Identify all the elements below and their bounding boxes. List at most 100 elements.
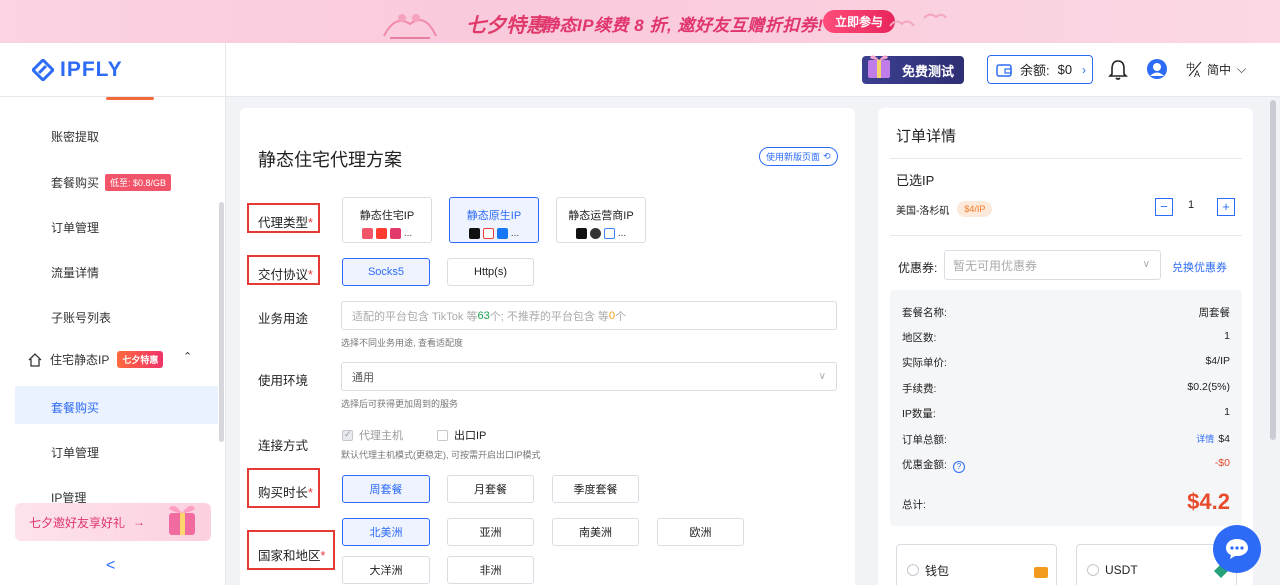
duration-week[interactable]: 周套餐 — [342, 475, 430, 503]
sidebar-active-bg — [15, 386, 218, 424]
chat-button[interactable] — [1213, 525, 1261, 573]
region-oceania[interactable]: 大洋洲 — [342, 556, 430, 584]
sidebar-item-static-package[interactable]: 套餐购买 — [51, 399, 99, 416]
increment-button[interactable]: + — [1217, 198, 1235, 216]
sidebar-item-static-orders[interactable]: 订单管理 — [51, 444, 99, 461]
order-title: 订单详情 — [896, 128, 957, 145]
svg-text:A: A — [1194, 69, 1200, 78]
sidebar-item-orders[interactable]: 订单管理 — [51, 219, 99, 236]
section-label: 住宅静态IP — [50, 353, 110, 367]
chevron-up-icon: ⌃ — [183, 351, 193, 363]
page-title: 静态住宅代理方案 — [258, 150, 402, 170]
collapse-icon[interactable]: < — [106, 557, 115, 575]
env-hint: 选择后可获得更加周到的服务 — [341, 399, 459, 409]
summary-row: 手续费: $0.2(5%) — [902, 381, 1230, 395]
summary-row: 实际单价: $4/IP — [902, 355, 1230, 369]
duration-quarter[interactable]: 季度套餐 — [552, 475, 639, 503]
proxy-type-label: 静态住宅IP — [359, 210, 415, 222]
proxy-type-residential[interactable]: 静态住宅IP ... — [342, 197, 432, 243]
gift-box-icon — [169, 505, 195, 535]
balance-button[interactable]: 余额: $0 › — [987, 55, 1093, 84]
label-region: 国家和地区* — [258, 549, 326, 563]
weibo-icon — [361, 228, 373, 239]
wallet-icon — [996, 63, 1012, 77]
tiktok-icon — [575, 228, 587, 239]
bird-decoration-icon — [889, 13, 947, 27]
checkbox-proxy-host[interactable]: 代理主机 — [342, 427, 403, 443]
summary-row: 优惠金额:? -$0 — [902, 457, 1230, 473]
tiktok-icon — [468, 228, 480, 239]
sidebar-scrollbar[interactable] — [219, 202, 224, 442]
selected-ip-label: 已选IP — [896, 173, 935, 188]
sidebar-item-credentials[interactable]: 账密提取 — [51, 128, 99, 145]
sidebar-section-static-ip[interactable]: 住宅静态IP 七夕特惠 ⌃ — [28, 351, 192, 368]
coupon-label: 优惠券: — [898, 261, 938, 275]
qixi-decoration-icon — [383, 14, 437, 39]
chevron-down-icon: ∨ — [1142, 259, 1150, 270]
sidebar-item-traffic[interactable]: 流量详情 — [51, 264, 99, 281]
label-connection: 连接方式 — [258, 439, 309, 453]
bell-icon[interactable] — [1108, 59, 1128, 81]
radio-icon — [907, 564, 919, 576]
region-africa[interactable]: 非洲 — [447, 556, 534, 584]
chevron-down-icon: ⌵ — [1237, 61, 1247, 76]
top-header: 免费测试 余额: $0 › 中 A 简中 ⌵ — [226, 43, 1280, 97]
order-summary: 套餐名称: 周套餐 地区数: 1 实际单价: $4/IP 手续费: $0.2(5%) I… — [890, 290, 1242, 526]
pay-wallet[interactable]: 钱包 — [896, 544, 1057, 585]
logo[interactable]: IPFLY — [0, 43, 226, 97]
banner-brand: 七夕特惠 — [466, 13, 546, 37]
google-icon — [603, 228, 615, 239]
price-tag: 低至: $0.8/GB — [105, 174, 172, 191]
page-scrollbar[interactable] — [1270, 100, 1276, 440]
region-north-america[interactable]: 北美洲 — [342, 518, 430, 546]
help-icon[interactable]: ? — [952, 461, 965, 473]
redeem-coupon-link[interactable]: 兑换优惠券 — [1172, 259, 1227, 275]
new-version-button[interactable]: 使用新版页面 ⟲ — [759, 147, 838, 166]
decrement-button[interactable]: − — [1155, 198, 1173, 216]
checkbox-exit-ip[interactable]: 出口IP — [437, 427, 486, 443]
banner-text: 静态IP续费 8 折, 邀好友互赠折扣券! — [542, 16, 824, 35]
usage-input[interactable]: 适配的平台包含 TikTok 等 63 个; 不推荐的平台包含 等 0 个 — [341, 301, 837, 330]
language-selector[interactable]: 中 A 简中 ⌵ — [1186, 60, 1246, 78]
sidebar-item-label: 套餐购买 — [51, 176, 100, 190]
balance-value: $0 — [1057, 62, 1073, 77]
label-env: 使用环境 — [258, 374, 309, 388]
connection-hint: 默认代理主机模式(更稳定), 可按需开启出口IP模式 — [341, 450, 541, 460]
divider — [890, 235, 1242, 236]
sidebar-item-subaccounts[interactable]: 子账号列表 — [51, 309, 111, 326]
region-europe[interactable]: 欧洲 — [657, 518, 744, 546]
price-badge: $4/IP — [957, 201, 993, 217]
label-usage: 业务用途 — [258, 312, 309, 326]
quantity-value: 1 — [1188, 199, 1195, 211]
usage-hint: 选择不同业务用途, 查看适配度 — [341, 338, 464, 348]
more-icon: ... — [403, 228, 413, 239]
label-duration: 购买时长* — [258, 486, 313, 500]
coupon-select[interactable]: 暂无可用优惠券 ∨ — [944, 250, 1161, 280]
logo-text: IPFLY — [60, 57, 123, 81]
free-test-button[interactable]: 免费测试 — [862, 55, 964, 84]
summary-row: IP数量: 1 — [902, 406, 1230, 420]
region-south-america[interactable]: 南美洲 — [552, 518, 639, 546]
more-icon: ... — [510, 228, 520, 239]
avatar-icon[interactable] — [1146, 58, 1168, 80]
details-link[interactable]: 详情 — [1196, 434, 1214, 444]
duration-month[interactable]: 月套餐 — [447, 475, 534, 503]
free-test-label: 免费测试 — [902, 63, 955, 79]
love-app-icon — [389, 228, 401, 239]
protocol-socks5[interactable]: Socks5 — [342, 258, 430, 286]
summary-row: 订单总额: 详情 $4 — [902, 433, 1230, 446]
promo-banner[interactable]: 七夕特惠 静态IP续费 8 折, 邀好友互赠折扣券! 立即参与 — [0, 0, 1280, 43]
sidebar-item-package[interactable]: 套餐购买 低至: $0.8/GB — [51, 174, 172, 191]
sidebar-promo[interactable]: 七夕邀好友享好礼 → — [15, 503, 211, 541]
chat-bubble-icon — [1226, 539, 1248, 559]
region-asia[interactable]: 亚洲 — [447, 518, 534, 546]
summary-row: 地区数: 1 — [902, 330, 1230, 344]
proxy-type-native[interactable]: 静态原生IP ... — [449, 197, 539, 243]
protocol-https[interactable]: Http(s) — [447, 258, 534, 286]
checkbox-checked-icon — [342, 429, 353, 441]
env-select[interactable]: 通用 ∨ — [341, 362, 837, 391]
proxy-type-isp[interactable]: 静态运营商IP ... — [556, 197, 646, 243]
promo-label: 七夕邀好友享好礼 — [29, 515, 126, 530]
new-version-label: 使用新版页面 — [766, 152, 821, 162]
env-value: 通用 — [352, 371, 374, 384]
